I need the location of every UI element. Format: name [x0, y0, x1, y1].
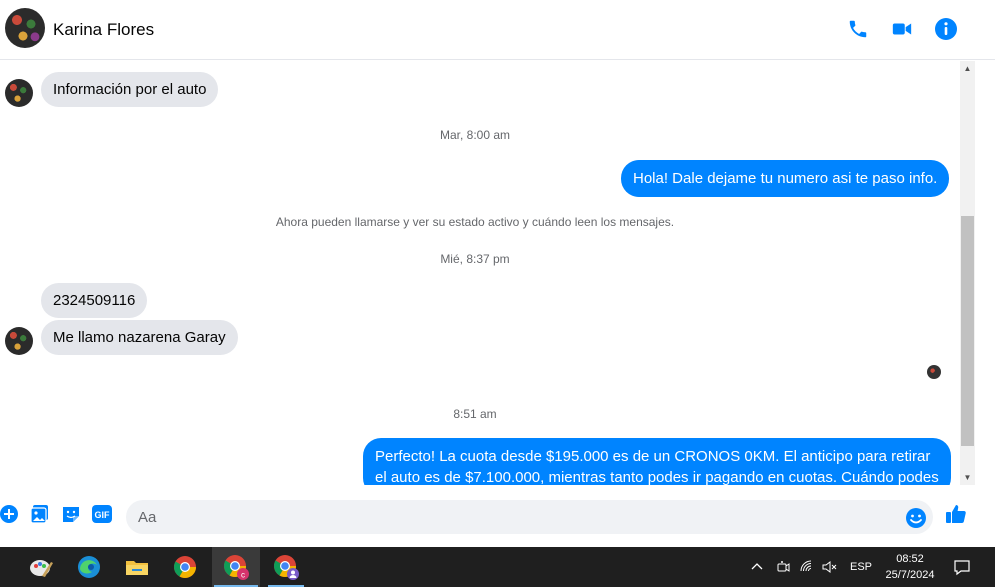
- video-camera-icon[interactable]: [889, 16, 915, 42]
- edge-browser-icon[interactable]: [65, 547, 113, 587]
- outgoing-message[interactable]: Perfecto! La cuota desde $195.000 es de …: [363, 438, 951, 485]
- language-indicator[interactable]: ESP: [850, 547, 872, 587]
- photo-attach-icon[interactable]: [29, 503, 51, 525]
- incoming-message[interactable]: 2324509116: [41, 283, 148, 318]
- paint-app-icon[interactable]: [17, 547, 65, 587]
- incoming-message[interactable]: Me llamo nazarena Garay: [41, 320, 238, 355]
- clock-time: 08:52: [896, 553, 924, 565]
- file-explorer-icon[interactable]: [113, 547, 161, 587]
- message-input[interactable]: [138, 500, 898, 534]
- chrome-profile-c-icon[interactable]: c: [212, 547, 260, 587]
- incoming-message[interactable]: Información por el auto: [41, 72, 219, 107]
- outgoing-message[interactable]: Hola! Dale dejame tu numero asi te paso …: [621, 160, 950, 197]
- message-input-box[interactable]: [126, 500, 933, 534]
- sender-avatar: [5, 327, 33, 355]
- system-notice: Ahora pueden llamarse y ver su estado ac…: [275, 215, 675, 229]
- scroll-down-arrow-icon[interactable]: ▼: [960, 470, 975, 485]
- scroll-up-arrow-icon[interactable]: ▲: [960, 61, 975, 76]
- gif-label: GIF: [95, 510, 111, 520]
- chrome-profile-avatar-icon[interactable]: [262, 547, 310, 587]
- gif-icon[interactable]: GIF: [91, 503, 113, 525]
- volume-muted-icon[interactable]: [821, 547, 837, 587]
- svg-text:c: c: [241, 571, 245, 580]
- message-scrollbar[interactable]: ▲ ▼: [960, 61, 975, 485]
- windows-taskbar: c ESP 08:52 25/7/2024: [0, 547, 995, 587]
- message-timestamp: 8:51 am: [453, 407, 497, 421]
- meet-now-icon[interactable]: [775, 547, 791, 587]
- more-actions-plus-icon[interactable]: [0, 503, 20, 525]
- message-timestamp: Mié, 8:37 pm: [440, 252, 510, 266]
- chrome-browser-icon[interactable]: [161, 547, 209, 587]
- messenger-window: Karina Flores Información por el auto Ma…: [0, 0, 995, 587]
- notification-center-icon[interactable]: [953, 547, 971, 587]
- read-receipt-avatar: [927, 365, 941, 379]
- contact-name[interactable]: Karina Flores: [53, 20, 154, 40]
- sticker-icon[interactable]: [60, 503, 82, 525]
- message-timestamp: Mar, 8:00 am: [439, 128, 511, 142]
- like-thumbs-up-icon[interactable]: [944, 502, 968, 526]
- phone-icon[interactable]: [845, 16, 871, 42]
- info-icon[interactable]: [933, 16, 959, 42]
- sender-avatar: [5, 79, 33, 107]
- clock-date: 25/7/2024: [885, 569, 935, 581]
- network-wifi-icon[interactable]: [799, 547, 815, 587]
- chat-header: Karina Flores: [0, 0, 995, 60]
- message-composer: GIF: [0, 493, 995, 541]
- system-clock[interactable]: 08:52 25/7/2024: [872, 551, 948, 583]
- contact-avatar[interactable]: [5, 8, 45, 48]
- scroll-thumb[interactable]: [961, 216, 974, 446]
- message-list: Información por el auto Mar, 8:00 am Hol…: [0, 61, 960, 485]
- emoji-icon[interactable]: [905, 507, 927, 529]
- show-hidden-icons-chevron-up-icon[interactable]: [750, 547, 764, 587]
